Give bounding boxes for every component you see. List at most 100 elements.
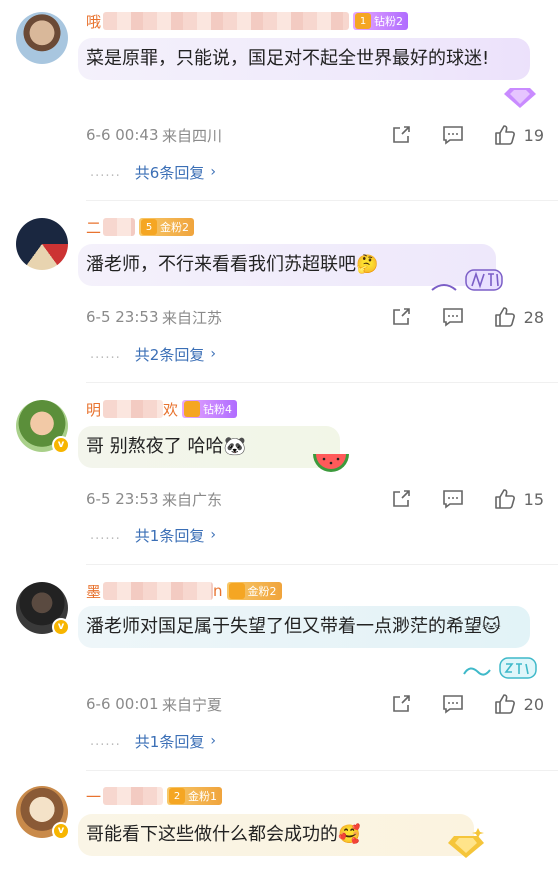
watermelon-icon: [313, 454, 349, 472]
thumbs-up-icon: [494, 489, 515, 509]
crown-icon: 2: [169, 788, 186, 804]
username-row: 一 2 金粉1: [86, 785, 223, 807]
comment-icon[interactable]: [442, 488, 464, 510]
verified-badge-icon: v: [52, 618, 70, 636]
comment-text: 哥 别熬夜了 哈哈🐼: [86, 436, 246, 457]
fan-badge[interactable]: 2 金粉1: [167, 787, 223, 805]
username-blur: [103, 218, 136, 236]
thumbs-up-icon: [494, 694, 515, 714]
fan-badge-label: 金粉2: [247, 585, 277, 598]
avatar-wrapper[interactable]: v: [16, 400, 72, 456]
verified-badge-icon: v: [52, 822, 70, 840]
location: 来自江苏: [162, 308, 223, 327]
crown-icon: 1: [355, 13, 372, 29]
reply-count: 共1条回复: [134, 526, 205, 545]
dots-icon: ......: [90, 733, 121, 749]
fan-badge[interactable]: 1 钻粉2: [353, 12, 409, 30]
username-row: 二 5 金粉2: [86, 216, 195, 238]
fan-badge-label: 钻粉4: [203, 403, 233, 416]
location: 来自广东: [162, 490, 223, 509]
like-count: 19: [523, 125, 544, 145]
reply-link[interactable]: ...... 共6条回复 ›: [90, 160, 216, 184]
avatar[interactable]: [16, 218, 68, 270]
username-row: 墨 n 金粉2: [86, 580, 282, 602]
share-icon[interactable]: [390, 124, 412, 146]
crown-icon: 5: [141, 219, 158, 235]
dots-icon: ......: [90, 527, 121, 543]
comment-meta: 6-5 23:53 来自江苏 28: [86, 305, 558, 329]
like-button[interactable]: 19: [494, 124, 544, 146]
username[interactable]: 明: [86, 399, 101, 420]
like-button[interactable]: 28: [494, 306, 544, 328]
share-icon[interactable]: [390, 306, 412, 328]
username[interactable]: 哦: [86, 11, 101, 32]
comment-text: 潘老师对国足属于失望了但又带着一点渺茫的希望🐱: [86, 616, 501, 637]
thumbs-up-icon: [494, 125, 515, 145]
location: 来自四川: [162, 126, 223, 145]
ntj-sticker-icon: [431, 269, 503, 291]
fan-badge[interactable]: 金粉2: [226, 582, 282, 600]
share-icon[interactable]: [390, 488, 412, 510]
like-count: 28: [523, 307, 544, 327]
reply-count: 共6条回复: [134, 163, 205, 182]
username-row: 明 欢 钻粉4: [86, 398, 238, 420]
comment-meta: 6-6 00:01 来自宁夏 20: [86, 692, 558, 716]
username[interactable]: 墨: [86, 581, 101, 602]
avatar-wrapper[interactable]: v: [16, 582, 72, 638]
reply-link[interactable]: ...... 共1条回复 ›: [90, 729, 216, 753]
username-blur: [103, 12, 350, 30]
username[interactable]: 二: [86, 217, 101, 238]
fan-badge-label: 金粉1: [188, 790, 218, 803]
comment-icon[interactable]: [442, 306, 464, 328]
comment-text: 菜是原罪，只能说，国足对不起全世界最好的球迷!: [86, 48, 490, 69]
diamond-icon: [504, 88, 536, 108]
verified-badge-icon: v: [52, 436, 70, 454]
timestamp: 6-6 00:01: [86, 695, 159, 713]
comment-bubble[interactable]: 哥 别熬夜了 哈哈🐼: [78, 426, 340, 468]
chevron-right-icon: ›: [210, 346, 216, 362]
chevron-right-icon: ›: [210, 733, 216, 749]
divider: [86, 382, 558, 383]
like-count: 20: [523, 694, 544, 714]
comment-meta: 6-5 23:53 来自广东 15: [86, 487, 558, 511]
comment-text: 潘老师，不行来看看我们苏超联吧🤔: [86, 254, 379, 275]
dots-icon: ......: [90, 346, 121, 362]
like-button[interactable]: 15: [494, 488, 544, 510]
reply-count: 共2条回复: [134, 345, 205, 364]
comment-text: 哥能看下这些做什么都会成功的🥰: [86, 824, 361, 845]
timestamp: 6-5 23:53: [86, 490, 159, 508]
username-tail: 欢: [163, 400, 179, 419]
comment-bubble[interactable]: 潘老师对国足属于失望了但又带着一点渺茫的希望🐱: [78, 606, 530, 648]
timestamp: 6-5 23:53: [86, 308, 159, 326]
thumbs-up-icon: [494, 307, 515, 327]
reply-link[interactable]: ...... 共1条回复 ›: [90, 523, 216, 547]
reply-count: 共1条回复: [134, 732, 205, 751]
fan-badge[interactable]: 5 金粉2: [139, 218, 195, 236]
reply-link[interactable]: ...... 共2条回复 ›: [90, 342, 216, 366]
comment-bubble[interactable]: 菜是原罪，只能说，国足对不起全世界最好的球迷!: [78, 38, 530, 80]
comment-icon[interactable]: [442, 124, 464, 146]
username[interactable]: 一: [86, 786, 101, 807]
username-row: 哦 1 钻粉2: [86, 10, 409, 32]
username-blur: [103, 400, 164, 418]
location: 来自宁夏: [162, 695, 223, 714]
chevron-right-icon: ›: [210, 527, 216, 543]
timestamp: 6-6 00:43: [86, 126, 159, 144]
fan-badge-label: 钻粉2: [374, 15, 404, 28]
avatar-wrapper[interactable]: v: [16, 786, 72, 842]
dots-icon: ......: [90, 164, 121, 180]
comment-bubble[interactable]: 哥能看下这些做什么都会成功的🥰: [78, 814, 474, 856]
avatar[interactable]: [16, 12, 68, 64]
share-icon[interactable]: [390, 693, 412, 715]
username-tail: n: [213, 582, 223, 600]
fan-badge[interactable]: 钻粉4: [182, 400, 238, 418]
gold-gem-icon: [448, 828, 484, 858]
crown-icon: [228, 583, 245, 599]
fan-badge-label: 金粉2: [160, 221, 190, 234]
like-button[interactable]: 20: [494, 693, 544, 715]
chevron-right-icon: ›: [210, 164, 216, 180]
comment-icon[interactable]: [442, 693, 464, 715]
crown-icon: [184, 401, 201, 417]
divider: [86, 770, 558, 771]
username-blur: [103, 582, 214, 600]
